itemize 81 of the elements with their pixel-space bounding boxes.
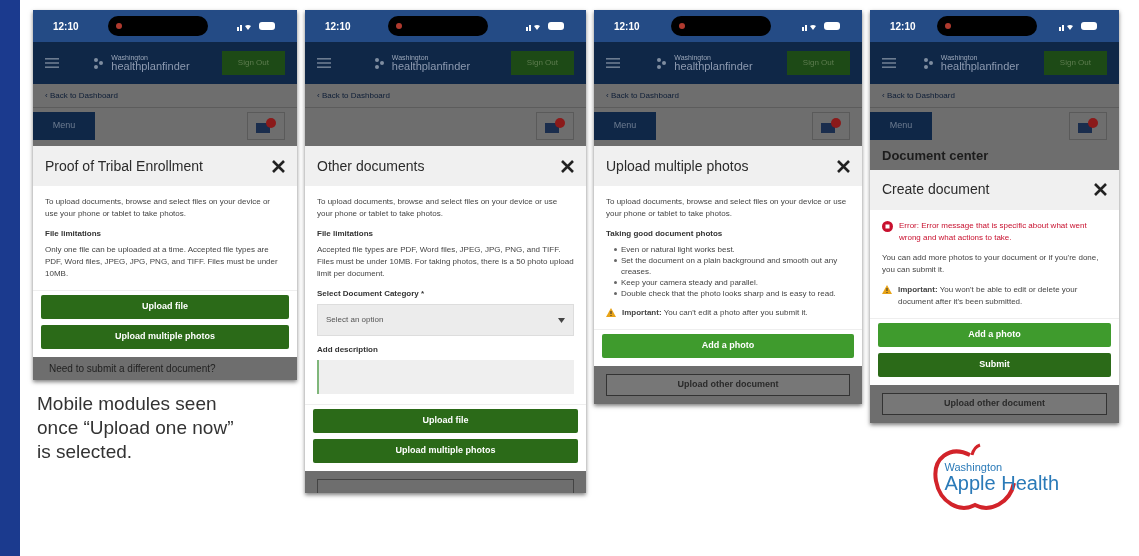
modal-title: Create document [882,180,990,199]
menu-icon[interactable] [882,58,896,68]
description-field[interactable] [317,360,574,394]
mail-button[interactable] [247,112,285,140]
body-text: Only one file can be uploaded at a time. Accepted file types are PDF, Word files, JPEG, JPG, PNG, and TIFF. Files must be under 10MB. [45,244,279,280]
mail-icon [820,118,842,134]
menu-icon[interactable] [317,58,331,68]
error-icon [882,220,893,232]
body-text: To upload documents, browse and select files on your device or use your phone or tablet to take photos. [45,196,271,220]
bullet-icon [614,292,617,295]
warning-icon [882,284,892,294]
list-item: Double check that the photo looks sharp and is easy to read. [621,288,836,299]
page-text: Need to submit a different document? [48,362,217,376]
category-select[interactable]: Select an option [317,304,574,336]
menu-button[interactable]: Menu [870,112,932,140]
modal-button[interactable]: Upload multiple photos [41,325,289,349]
caret-icon [558,317,565,323]
brand-name: healthplanfinder [111,61,190,72]
modal-title: Upload multiple photos [606,156,749,176]
modal-button[interactable]: Upload file [313,409,578,433]
close-icon[interactable] [837,159,850,173]
brand-name: healthplanfinder [674,61,753,72]
field-label: Add description [317,344,379,356]
back-link[interactable]: ‹ Back to Dashboard [606,89,679,102]
menu-button[interactable]: Menu [33,112,95,140]
modal-button[interactable]: Add a photo [602,334,854,358]
modal-button[interactable]: Upload file [41,295,289,319]
upload-other-button[interactable]: Upload other document [606,374,850,396]
mail-button[interactable] [536,112,574,140]
mail-icon [544,118,566,134]
modal-button[interactable]: Submit [878,352,1111,377]
body-text: To upload documents, browse and select files on your device or use your phone or tablet to take photos. [317,196,559,220]
status-time: 12:10 [614,19,640,34]
caption-text: Mobile modules seen once “Upload one now” is selected. [36,392,235,464]
field-label: Select Document Category * [317,288,426,300]
bullet-icon [614,281,617,284]
close-icon[interactable] [561,159,574,173]
status-time: 12:10 [53,19,79,34]
logo-top-text: Washington [944,462,1004,473]
body-text: Accepted file types are PDF, Word files, JPEG, JPG, PNG, and TIFF. Files must be under 10MB. For taking photos, there is a 50 photo upload limit per document. [317,244,574,280]
menu-icon[interactable] [606,58,620,68]
mail-button[interactable] [1069,112,1107,140]
upload-other-button[interactable]: Upload other document [882,392,1107,415]
mail-icon [1077,118,1099,134]
list-item: Keep your camera steady and parallel. [621,277,758,288]
status-icons [237,21,277,31]
warning-text: Important: You can't edit a photo after you submit it. [622,307,808,319]
menu-button[interactable]: Menu [594,112,656,140]
error-message: Error: Error message that is specific about what went wrong and what actions to take. [899,219,1088,244]
mail-icon [255,118,277,134]
page-heading: Document center [881,147,990,165]
status-time: 12:10 [890,19,916,34]
list-item: Even or natural light works best. [621,244,735,255]
section-heading: Taking good document photos [606,228,724,240]
status-time: 12:10 [325,19,351,34]
back-link[interactable]: ‹ Back to Dashboard [882,89,955,102]
bullet-icon [614,259,617,262]
body-text: You can add more photos to your document or if you're done, you can submit it. [882,251,1100,276]
brand-name: healthplanfinder [940,61,1020,72]
status-icons [526,21,566,31]
close-icon[interactable] [1094,183,1107,196]
section-heading: File limitations [317,228,374,240]
back-link[interactable]: ‹ Back to Dashboard [317,89,390,102]
warning-icon [606,308,616,317]
section-heading: File limitations [45,228,102,240]
list-item: Set the document on a plain background and smooth out any creases. [621,255,839,277]
brand-name: healthplanfinder [391,61,471,72]
mail-button[interactable] [812,112,850,140]
bullet-icon [614,248,617,251]
logo-name: Apple Health [944,473,1061,493]
modal-title: Other documents [317,156,425,176]
warning-text: Important: You won't be able to edit or delete your document after it's been submitted. [898,283,1079,308]
body-text: To upload documents, browse and select files on your device or use your phone or tablet to take photos. [606,196,848,220]
modal-title: Proof of Tribal Enrollment [45,156,203,176]
modal-button[interactable]: Add a photo [878,322,1111,347]
status-icons [1059,21,1099,31]
modal-button[interactable]: Upload multiple photos [313,439,578,463]
menu-icon[interactable] [45,58,59,68]
status-icons [802,21,842,31]
back-link[interactable]: ‹ Back to Dashboard [45,89,118,102]
close-icon[interactable] [272,159,285,173]
